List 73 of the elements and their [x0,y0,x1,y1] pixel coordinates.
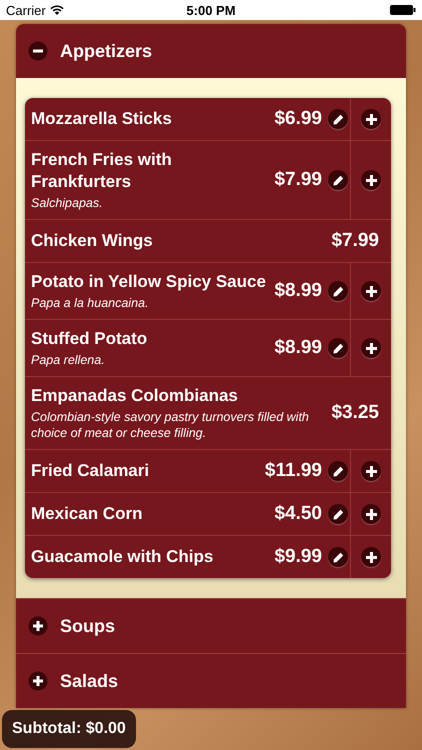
edit-button[interactable] [328,109,348,129]
item-price: $3.25 [330,402,380,424]
minus-icon [28,41,48,61]
item-price: $11.99 [264,460,323,482]
menu-item[interactable]: Mexican Corn $4.50 [25,492,391,535]
item-name: Potato in Yellow Spicy Sauce [31,271,266,293]
category-title: Salads [60,670,118,692]
item-description: Papa rellena. [31,352,106,368]
menu-item[interactable]: Chicken Wings $7.99 [25,219,391,262]
plus-icon [366,114,376,124]
category-title: Soups [60,616,116,636]
pencil-icon [332,552,344,562]
item-price: $6.99 [273,108,323,130]
edit-button[interactable] [328,461,348,481]
wifi-icon [50,5,64,15]
add-button[interactable] [361,504,381,524]
item-price: $4.50 [273,503,323,525]
menu-item[interactable]: Mozzarella Sticks $6.99 [25,98,391,140]
item-name: Empanadas Colombianas [31,385,239,407]
plus-icon [366,342,376,354]
plus-icon [28,671,48,691]
item-name: Chicken Wings [31,230,154,252]
menu-item[interactable]: Empanadas Colombianas Colombian-style savory pastry turnovers filled with choice of meat or cheese filling. $3.25 [25,376,391,449]
plus-icon [28,616,48,636]
edit-button[interactable] [328,547,348,567]
item-name: Guacamole with Chips [31,546,214,568]
menu-item[interactable]: Guacamole with Chips $9.99 [25,535,391,578]
item-price: $8.99 [273,280,323,302]
item-price: $9.99 [273,546,323,568]
pencil-icon [332,342,344,354]
edit-button[interactable] [328,281,348,301]
category-header[interactable]: Soups [16,598,406,653]
category-title: Appetizers [60,40,152,62]
plus-icon [366,508,376,520]
add-button[interactable] [361,547,381,567]
clock: 5:00 PM [186,2,236,18]
add-button[interactable] [361,170,381,190]
pencil-icon [332,286,344,296]
add-button[interactable] [361,281,381,301]
plus-icon [366,552,376,562]
item-name: Mexican Corn [31,503,144,525]
battery-icon [390,5,416,15]
menu-item[interactable]: French Fries with Frankfurters Salchipapas. $7.99 [25,140,391,219]
plus-icon [366,466,376,476]
item-price: $8.99 [273,337,323,359]
edit-button[interactable] [328,338,348,358]
menu-item[interactable]: Fried Calamari $11.99 [25,449,391,492]
pencil-icon [332,508,344,520]
edit-button[interactable] [328,504,348,524]
add-button[interactable] [361,338,381,358]
plus-icon [366,286,376,296]
edit-button[interactable] [328,170,348,190]
item-price: $7.99 [273,169,323,191]
item-name: Mozzarella Sticks [31,108,173,130]
carrier-label: Carrier [6,2,46,18]
item-name: Stuffed Potato [31,328,148,350]
item-name: Fried Calamari [31,460,150,482]
plus-icon [366,174,376,186]
add-button[interactable] [361,109,381,129]
add-button[interactable] [361,461,381,481]
item-description: Colombian-style savory pastry turnovers filled with choice of meat or cheese filling. [31,409,310,441]
item-description: Papa a la huancaina. [31,295,150,311]
item-price: $7.99 [330,230,380,252]
item-description: Salchipapas. [31,195,104,211]
category-header[interactable]: Salads [16,653,406,708]
category-header[interactable]: Appetizers [16,24,406,78]
item-name: French Fries with Frankfurters [31,149,173,193]
menu-item[interactable]: Stuffed Potato Papa rellena. $8.99 [25,319,391,376]
subtotal-label: Subtotal: $0.00 [2,710,136,748]
pencil-icon [332,174,344,186]
menu-item[interactable]: Potato in Yellow Spicy Sauce Papa a la huancaina. $8.99 [25,262,391,319]
pencil-icon [332,466,344,476]
pencil-icon [332,114,344,124]
